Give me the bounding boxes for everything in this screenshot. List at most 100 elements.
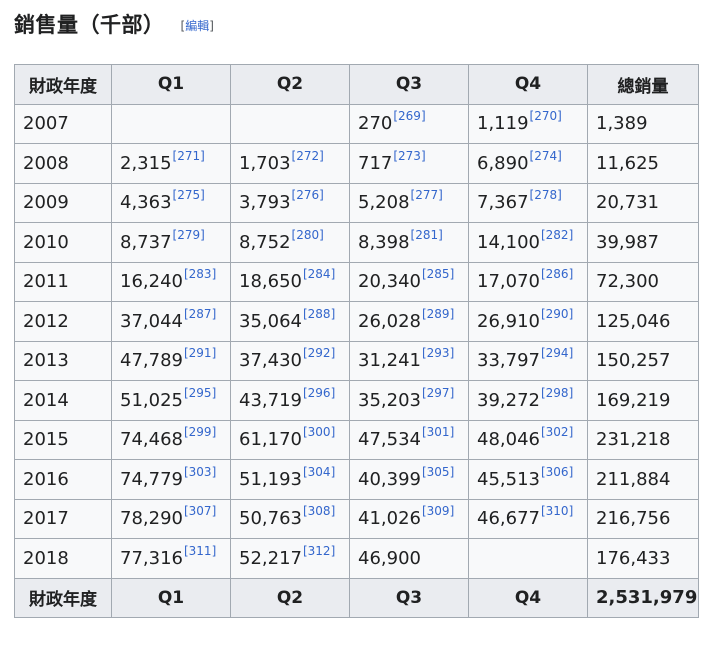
- cell-year: 2015: [14, 419, 112, 460]
- reference-link[interactable]: [290]: [541, 307, 573, 321]
- cell-q1-value: 4,363: [120, 192, 172, 214]
- reference-link[interactable]: [302]: [541, 425, 573, 439]
- cell-q1: 16,240[283]: [111, 261, 231, 302]
- reference-link[interactable]: [307]: [184, 504, 216, 518]
- cell-year: 2017: [14, 498, 112, 539]
- cell-q3-value: 8,398: [358, 231, 410, 253]
- reference-link[interactable]: [298]: [541, 386, 573, 400]
- reference-link[interactable]: [301]: [422, 425, 454, 439]
- cell-year: 2013: [14, 340, 112, 381]
- cell-year: 2008: [14, 143, 112, 184]
- cell-q2-value: 52,217: [239, 547, 302, 569]
- reference-link[interactable]: [284]: [303, 267, 335, 281]
- reference-link[interactable]: [300]: [303, 425, 335, 439]
- cell-q3: 47,534[301]: [349, 419, 469, 460]
- cell-q4: 1,119[270]: [468, 103, 588, 144]
- reference-link[interactable]: [308]: [303, 504, 335, 518]
- reference-link[interactable]: [296]: [303, 386, 335, 400]
- cell-q3-value: 270: [358, 113, 393, 135]
- reference-link[interactable]: [270]: [530, 109, 562, 123]
- table-row: 2013 47,789[291] 37,430[292] 31,241[293] 33,…: [14, 340, 699, 381]
- reference-link[interactable]: [311]: [184, 544, 216, 558]
- cell-q4: 33,797[294]: [468, 340, 588, 381]
- reference-link[interactable]: [304]: [303, 465, 335, 479]
- cell-q2-value: 37,430: [239, 350, 302, 372]
- reference-link[interactable]: [281]: [411, 228, 443, 242]
- reference-link[interactable]: [272]: [292, 149, 324, 163]
- cell-total: 176,433: [587, 538, 699, 579]
- reference-link[interactable]: [276]: [292, 188, 324, 202]
- reference-link[interactable]: [293]: [422, 346, 454, 360]
- reference-link[interactable]: [274]: [530, 149, 562, 163]
- reference-link[interactable]: [297]: [422, 386, 454, 400]
- table-row: 2015 74,468[299] 61,170[300] 47,534[301] 48,…: [14, 419, 699, 460]
- cell-q2: 43,719[296]: [230, 380, 350, 421]
- cell-total: 150,257: [587, 340, 699, 381]
- reference-link[interactable]: [287]: [184, 307, 216, 321]
- reference-link[interactable]: [312]: [303, 544, 335, 558]
- cell-q3-value: 5,208: [358, 192, 410, 214]
- cell-q4: 45,513[306]: [468, 459, 588, 500]
- cell-q1-value: 37,044: [120, 310, 183, 332]
- cell-q1-value: 16,240: [120, 271, 183, 293]
- reference-link[interactable]: [269]: [393, 109, 425, 123]
- reference-link[interactable]: [306]: [541, 465, 573, 479]
- edit-link[interactable]: 編輯: [185, 19, 209, 33]
- cell-q4-value: 1,119: [477, 113, 529, 135]
- cell-total: 39,987: [587, 222, 699, 263]
- header-q2: Q2: [230, 64, 350, 105]
- cell-q1-value: 8,737: [120, 231, 172, 253]
- reference-link[interactable]: [283]: [184, 267, 216, 281]
- reference-link[interactable]: [285]: [422, 267, 454, 281]
- reference-link[interactable]: [291]: [184, 346, 216, 360]
- cell-q4: [468, 538, 588, 579]
- header-year: 財政年度: [14, 64, 112, 105]
- cell-q4: 26,910[290]: [468, 301, 588, 342]
- reference-link[interactable]: [305]: [422, 465, 454, 479]
- cell-q1-value: 77,316: [120, 547, 183, 569]
- cell-q2-value: 50,763: [239, 508, 302, 530]
- reference-link[interactable]: [275]: [173, 188, 205, 202]
- cell-q2: 3,793[276]: [230, 182, 350, 223]
- cell-q4-value: 48,046: [477, 429, 540, 451]
- cell-year: 2010: [14, 222, 112, 263]
- reference-link[interactable]: [280]: [292, 228, 324, 242]
- cell-total: 125,046: [587, 301, 699, 342]
- cell-q3: 717[273]: [349, 143, 469, 184]
- cell-q4-value: 33,797: [477, 350, 540, 372]
- reference-link[interactable]: [279]: [173, 228, 205, 242]
- cell-q4-value: 17,070: [477, 271, 540, 293]
- edit-bracket-close: ]: [209, 19, 214, 33]
- cell-q3-value: 31,241: [358, 350, 421, 372]
- reference-link[interactable]: [289]: [422, 307, 454, 321]
- cell-q1-value: 51,025: [120, 389, 183, 411]
- reference-link[interactable]: [310]: [541, 504, 573, 518]
- reference-link[interactable]: [288]: [303, 307, 335, 321]
- cell-q4-value: 39,272: [477, 389, 540, 411]
- reference-link[interactable]: [303]: [184, 465, 216, 479]
- cell-q1-value: 2,315: [120, 152, 172, 174]
- reference-link[interactable]: [278]: [530, 188, 562, 202]
- reference-link[interactable]: [271]: [173, 149, 205, 163]
- cell-total: 1,389: [587, 103, 699, 144]
- cell-q2-value: 35,064: [239, 310, 302, 332]
- reference-link[interactable]: [294]: [541, 346, 573, 360]
- reference-link[interactable]: [277]: [411, 188, 443, 202]
- cell-q3: 26,028[289]: [349, 301, 469, 342]
- cell-q1: 74,468[299]: [111, 419, 231, 460]
- cell-q4: 7,367[278]: [468, 182, 588, 223]
- cell-q4: 46,677[310]: [468, 498, 588, 539]
- footer-q4: Q4: [468, 577, 588, 618]
- reference-link[interactable]: [282]: [541, 228, 573, 242]
- reference-link[interactable]: [299]: [184, 425, 216, 439]
- table-row: 2018 77,316[311] 52,217[312] 46,900 176,433: [14, 538, 699, 579]
- cell-q2-value: 18,650: [239, 271, 302, 293]
- cell-q3-value: 35,203: [358, 389, 421, 411]
- reference-link[interactable]: [292]: [303, 346, 335, 360]
- cell-q2-value: 1,703: [239, 152, 291, 174]
- reference-link[interactable]: [309]: [422, 504, 454, 518]
- reference-link[interactable]: [273]: [393, 149, 425, 163]
- cell-q2: 1,703[272]: [230, 143, 350, 184]
- reference-link[interactable]: [295]: [184, 386, 216, 400]
- reference-link[interactable]: [286]: [541, 267, 573, 281]
